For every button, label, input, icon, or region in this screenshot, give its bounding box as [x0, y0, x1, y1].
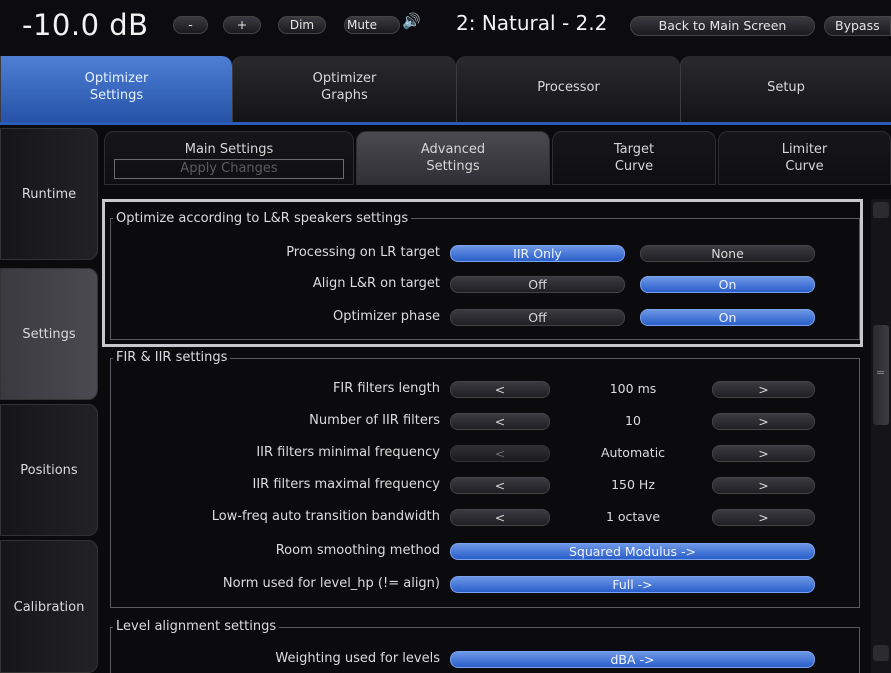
side-tab-settings[interactable]: Settings	[0, 268, 98, 400]
decrement-button[interactable]: <	[450, 509, 550, 526]
subtab-advanced-settings[interactable]: Advanced Settings	[356, 131, 550, 185]
fir-group-title: FIR & IIR settings	[113, 350, 231, 365]
row-label: Low-freq auto transition bandwidth	[211, 509, 440, 524]
subtab-label-line2: Curve	[614, 159, 654, 174]
mute-label: Mute	[346, 18, 378, 32]
subtab-label-line1: Target	[613, 142, 655, 157]
tab-label-line1: Optimizer	[312, 71, 377, 86]
scrollbar[interactable]	[871, 199, 891, 673]
subtab-target-curve[interactable]: Target Curve	[552, 131, 716, 185]
decrement-button[interactable]: <	[450, 413, 550, 430]
back-to-main-button[interactable]: Back to Main Screen	[630, 16, 815, 36]
increment-button[interactable]: >	[712, 477, 815, 494]
scroll-grip-icon: =	[876, 366, 886, 379]
increment-button[interactable]: >	[712, 509, 815, 526]
row-label: IIR filters minimal frequency	[256, 445, 440, 460]
subtab-label-line1: Limiter	[781, 142, 828, 157]
subtab-label: Main Settings	[184, 142, 274, 157]
transition-bandwidth-value: 1 octave	[605, 509, 661, 524]
norm-level-button[interactable]: Full ->	[450, 576, 815, 593]
tab-label-line1: Setup	[767, 80, 805, 95]
tab-divider	[0, 122, 891, 125]
increment-button[interactable]: >	[712, 445, 815, 462]
subtab-limiter-curve[interactable]: Limiter Curve	[718, 131, 891, 185]
row-label: FIR filters length	[332, 381, 440, 396]
room-smoothing-button[interactable]: Squared Modulus ->	[450, 543, 815, 560]
increment-button[interactable]: >	[712, 381, 815, 398]
tab-setup[interactable]: Setup	[680, 56, 891, 122]
row-label: Weighting used for levels	[275, 651, 440, 666]
iir-min-freq-value: Automatic	[600, 445, 666, 460]
fir-length-value: 100 ms	[609, 381, 657, 396]
bypass-button[interactable]: Bypass	[824, 16, 891, 36]
decrement-button[interactable]: <	[450, 477, 550, 494]
tab-optimizer-graphs[interactable]: Optimizer Graphs	[232, 56, 456, 122]
subtab-main-settings[interactable]: Main Settings Apply Changes	[104, 131, 354, 185]
volume-readout: -10.0 dB	[22, 8, 149, 42]
row-label: Norm used for level_hp (!= align)	[222, 576, 440, 591]
tab-label-line1: Processor	[537, 80, 600, 95]
row-label: IIR filters maximal frequency	[252, 477, 441, 492]
dim-button[interactable]: Dim	[278, 16, 326, 34]
subtab-label-line2: Curve	[785, 159, 824, 174]
focus-highlight	[102, 199, 863, 347]
scroll-up-arrow[interactable]	[873, 202, 889, 218]
subtab-label-line2: Settings	[426, 159, 480, 174]
iir-count-value: 10	[625, 413, 641, 428]
subtab-label-line1: Advanced	[420, 142, 486, 157]
weighting-button[interactable]: dBA ->	[450, 651, 815, 668]
side-tab-runtime[interactable]: Runtime	[0, 128, 98, 260]
tab-optimizer-settings[interactable]: Optimizer Settings	[0, 56, 232, 122]
row-label: Number of IIR filters	[309, 413, 440, 428]
tab-label-line1: Optimizer	[84, 71, 149, 86]
decrement-button[interactable]: <	[450, 445, 550, 462]
mute-button[interactable]: Mute	[344, 16, 400, 34]
tab-label-line2: Settings	[89, 88, 144, 103]
increment-button[interactable]: >	[712, 413, 815, 430]
volume-up-button[interactable]: +	[223, 16, 261, 34]
side-tab-positions[interactable]: Positions	[0, 404, 98, 536]
speaker-icon: 🔊	[402, 12, 421, 30]
level-group-title: Level alignment settings	[113, 619, 280, 634]
side-tab-calibration[interactable]: Calibration	[0, 540, 98, 673]
decrement-button[interactable]: <	[450, 381, 550, 398]
iir-max-freq-value: 150 Hz	[611, 477, 655, 492]
tab-label-line2: Graphs	[321, 88, 368, 103]
tab-processor[interactable]: Processor	[456, 56, 680, 122]
volume-down-button[interactable]: -	[173, 16, 208, 34]
preset-title: 2: Natural - 2.2	[456, 11, 608, 35]
scroll-down-arrow[interactable]	[873, 645, 889, 661]
apply-changes-button[interactable]: Apply Changes	[114, 159, 344, 179]
row-label: Room smoothing method	[275, 543, 440, 558]
